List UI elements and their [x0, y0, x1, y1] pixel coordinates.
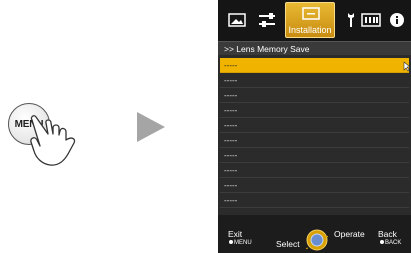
list-item[interactable]: ----- [220, 163, 409, 178]
list-item[interactable]: ----- [220, 88, 409, 103]
list-item[interactable]: ----- [220, 193, 409, 208]
tab-picture[interactable] [226, 10, 248, 30]
list-item-label: ----- [224, 151, 238, 160]
tab-display[interactable] [360, 10, 382, 30]
exit-key-label: MENU [234, 240, 252, 246]
select-label: Select [276, 239, 300, 249]
list-item-label: ----- [224, 61, 238, 70]
list-item[interactable]: ----- [220, 73, 409, 88]
lens-memory-list: ----- ----- ----- ----- ----- ----- ----… [220, 58, 411, 208]
tab-installation[interactable]: Installation [285, 2, 335, 38]
list-item-label: ----- [224, 196, 238, 205]
menu-tab-bar: Installation [218, 0, 411, 41]
list-item[interactable]: ----- [220, 118, 409, 133]
menu-title: >> Lens Memory Save [218, 41, 411, 55]
list-item[interactable]: ----- [220, 103, 409, 118]
tab-adjust[interactable] [256, 10, 278, 30]
list-item-label: ----- [224, 136, 238, 145]
back-key-hint: BACK [380, 240, 401, 246]
list-item-label: ----- [224, 76, 238, 85]
list-item[interactable]: ----- [220, 148, 409, 163]
list-item[interactable]: ----- [220, 178, 409, 193]
list-item-label: ----- [224, 181, 238, 190]
exit-label: Exit [228, 229, 243, 239]
list-item-label: ----- [224, 91, 238, 100]
cursor-arrow-icon [403, 61, 411, 72]
installation-icon [302, 7, 320, 20]
picture-icon [228, 13, 246, 27]
bullet-icon [380, 240, 384, 245]
list-item-selected[interactable]: ----- [220, 58, 411, 73]
projector-osd-menu: Installation >> Lens Memory Save ----- -… [218, 0, 411, 253]
info-icon [390, 13, 404, 27]
tab-setup[interactable] [340, 10, 362, 30]
list-item-label: ----- [224, 106, 238, 115]
pointing-hand-icon [30, 115, 76, 166]
back-label: Back [378, 229, 397, 239]
exit-key-hint: MENU [229, 240, 252, 246]
joystick-icon [306, 229, 328, 251]
wrench-icon [348, 13, 354, 27]
tab-information[interactable] [386, 10, 408, 30]
list-item-label: ----- [224, 166, 238, 175]
list-item-label: ----- [224, 121, 238, 130]
list-item[interactable]: ----- [220, 133, 409, 148]
adjust-sliders-icon [259, 13, 275, 27]
menu-footer-guide: Exit MENU Select Operate Back BACK [218, 215, 411, 253]
back-key-label: BACK [385, 240, 402, 246]
display-icon [361, 13, 381, 27]
right-arrow-icon [137, 112, 165, 142]
tab-installation-label: Installation [288, 25, 332, 35]
bullet-icon [229, 240, 233, 245]
operate-label: Operate [334, 229, 365, 239]
